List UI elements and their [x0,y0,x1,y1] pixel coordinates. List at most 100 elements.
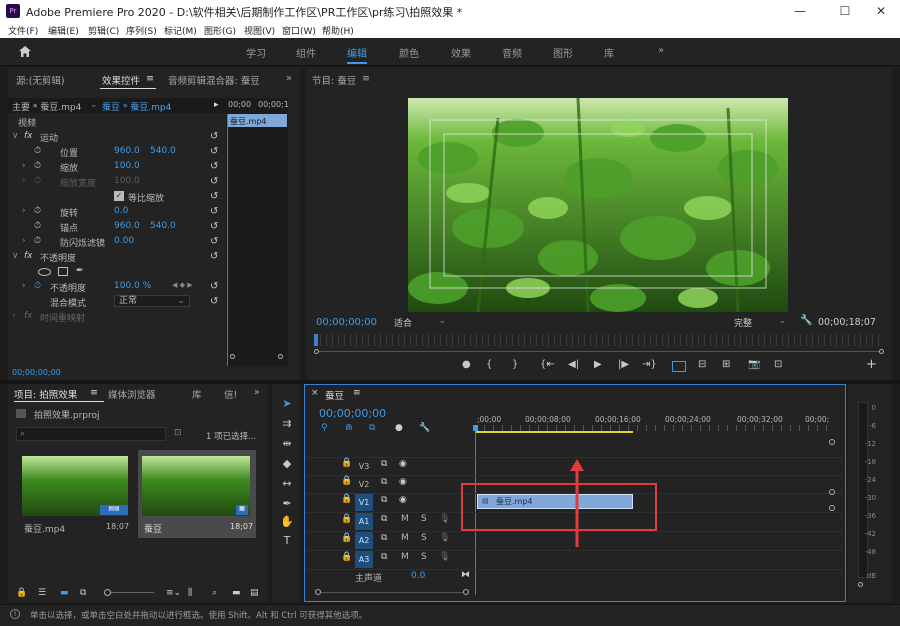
new-item-icon[interactable]: ▤ [250,588,259,598]
rectangle-mask-icon[interactable] [58,267,68,276]
track-v3[interactable]: V3 [355,458,373,475]
sync-lock-icon[interactable]: ⧉ [381,459,387,469]
panel-menu-icon[interactable]: ≡ [362,73,370,93]
list-view-icon[interactable]: ☰ [38,588,46,598]
sort-icon[interactable]: ≡⌄ [166,588,181,598]
menu-help[interactable]: 帮助(H) [322,24,354,37]
anchor-y-value[interactable]: 540.0 [150,221,176,231]
stopwatch-icon[interactable]: ⏱ [34,146,41,156]
stopwatch-icon[interactable]: ⏱ [34,221,41,231]
sync-lock-icon[interactable]: ⧉ [381,552,387,562]
ellipse-mask-icon[interactable] [38,268,51,276]
project-item[interactable]: ▤▤ 蚕豆.mp4 18;07 [18,450,134,540]
anchor-x-value[interactable]: 960.0 [114,221,140,231]
menu-edit[interactable]: 编辑(E) [48,24,79,37]
lock-icon[interactable]: 🔒 [341,494,352,504]
sync-lock-icon[interactable]: ⧉ [381,514,387,524]
snap-icon[interactable]: ⋒ [345,423,353,433]
hand-tool-icon[interactable]: ✋ [280,515,294,529]
tab-libraries[interactable]: 库 [192,387,202,407]
playhead-handle[interactable] [473,425,478,431]
panel-menu-icon[interactable]: ≡ [90,387,98,407]
zoom-dropdown[interactable]: 适合 ⌄ [394,316,450,329]
workspace-tab-audio[interactable]: 音频 [502,45,522,60]
workspace-tab-editing[interactable]: 编辑 [347,45,367,60]
wrench-icon[interactable]: 🔧 [800,315,812,326]
go-to-end-icon[interactable]: ⧓ [461,570,470,580]
microphone-icon[interactable]: 🎙 [439,514,450,524]
project-item-selected[interactable]: ▦ 蚕豆 18;07 [138,450,256,538]
pen-tool-icon[interactable]: ✒ [280,497,294,511]
mini-timeline-scrollbar[interactable] [226,354,288,359]
vertical-scroll-knob[interactable] [829,439,835,445]
minimize-button[interactable]: — [785,2,815,20]
time-remap-row[interactable]: › fx 时间重映射 [8,309,234,324]
export-frame-icon[interactable]: 📷 [748,359,760,370]
work-area-bar[interactable] [475,431,633,433]
reset-icon[interactable]: ↺ [210,251,218,262]
program-time-ruler[interactable] [314,334,884,346]
lock-icon[interactable]: 🔒 [341,514,352,524]
position-y-value[interactable]: 540.0 [150,146,176,156]
eye-icon[interactable]: ◉ [399,459,407,469]
menu-view[interactable]: 视图(V) [244,24,275,37]
maximize-button[interactable]: ☐ [830,2,860,20]
workspace-tab-graphics[interactable]: 图形 [553,45,573,60]
project-search-input[interactable]: ⌕ [16,427,166,441]
workspaces-more-button[interactable]: » [658,45,664,56]
freeform-view-icon[interactable]: ⧉ [80,588,86,598]
menu-window[interactable]: 窗口(W) [282,24,316,37]
panel-menu-icon[interactable]: ≡ [353,388,361,398]
stopwatch-icon[interactable]: ⏱ [34,206,41,216]
reset-icon[interactable]: ↺ [210,221,218,232]
mute-button[interactable]: M [401,552,409,562]
reset-icon[interactable]: ↺ [210,206,218,217]
reset-icon[interactable]: ↺ [210,281,218,292]
play-icon[interactable]: ▶ [594,359,602,370]
uniform-scale-checkbox[interactable]: ✓ [114,191,124,201]
track-a1[interactable]: A1 [355,513,373,530]
microphone-icon[interactable]: 🎙 [439,552,450,562]
program-monitor-title[interactable]: 节目: 蚕豆 [312,73,356,93]
rotation-value[interactable]: 0.0 [114,206,128,216]
reset-icon[interactable]: ↺ [210,146,218,157]
reset-icon[interactable]: ↺ [210,131,218,142]
close-button[interactable]: ✕ [866,2,896,20]
solo-button[interactable]: S [421,533,427,543]
eye-icon[interactable]: ◉ [399,495,407,505]
workspace-tab-libraries[interactable]: 库 [604,45,614,60]
step-forward-icon[interactable]: |▶ [618,359,629,370]
go-to-out-icon[interactable]: ⇥} [642,359,657,370]
sync-lock-icon[interactable]: ⧉ [381,495,387,505]
icon-view-icon[interactable]: ▬ [60,588,69,598]
program-zoom-scrollbar[interactable] [314,349,884,354]
home-icon[interactable] [18,45,32,58]
eye-icon[interactable]: ◉ [399,477,407,487]
insert-icon[interactable]: ⊟ [698,359,706,370]
mute-button[interactable]: M [401,514,409,524]
type-tool-icon[interactable]: T [280,534,294,548]
automate-icon[interactable]: ⫼ [188,588,192,598]
wrench-icon[interactable]: 🔧 [419,423,430,433]
menu-file[interactable]: 文件(F) [8,24,38,37]
microphone-icon[interactable]: 🎙 [439,533,450,543]
slip-tool-icon[interactable]: ↔ [280,477,294,491]
tab-source[interactable]: 源:(无剪辑) [16,73,65,93]
tab-info[interactable]: 信! [224,387,237,407]
tab-project[interactable]: 项目: 拍照效果 [14,387,77,407]
sync-lock-icon[interactable]: ⧉ [381,477,387,487]
panel-more-button[interactable]: » [286,73,292,93]
lock-icon[interactable]: 🔒 [341,552,352,562]
step-back-icon[interactable]: ◀| [568,359,579,370]
add-button-icon[interactable]: + [866,357,877,372]
mini-clip-bar[interactable]: 蚕豆.mp4 [227,114,287,127]
opacity-effect-row[interactable]: ∨ fx 不透明度 ↺ [8,249,234,264]
track-v1[interactable]: V1 [355,494,373,511]
program-playhead[interactable] [314,334,318,346]
menu-graphics[interactable]: 图形(G) [204,24,236,37]
track-a2[interactable]: A2 [355,532,373,549]
razor-tool-icon[interactable]: ◆ [280,457,294,471]
flicker-value[interactable]: 0.00 [114,236,134,246]
safe-margins-icon[interactable] [672,361,686,372]
linked-selection-icon[interactable]: ⧉ [369,423,375,433]
